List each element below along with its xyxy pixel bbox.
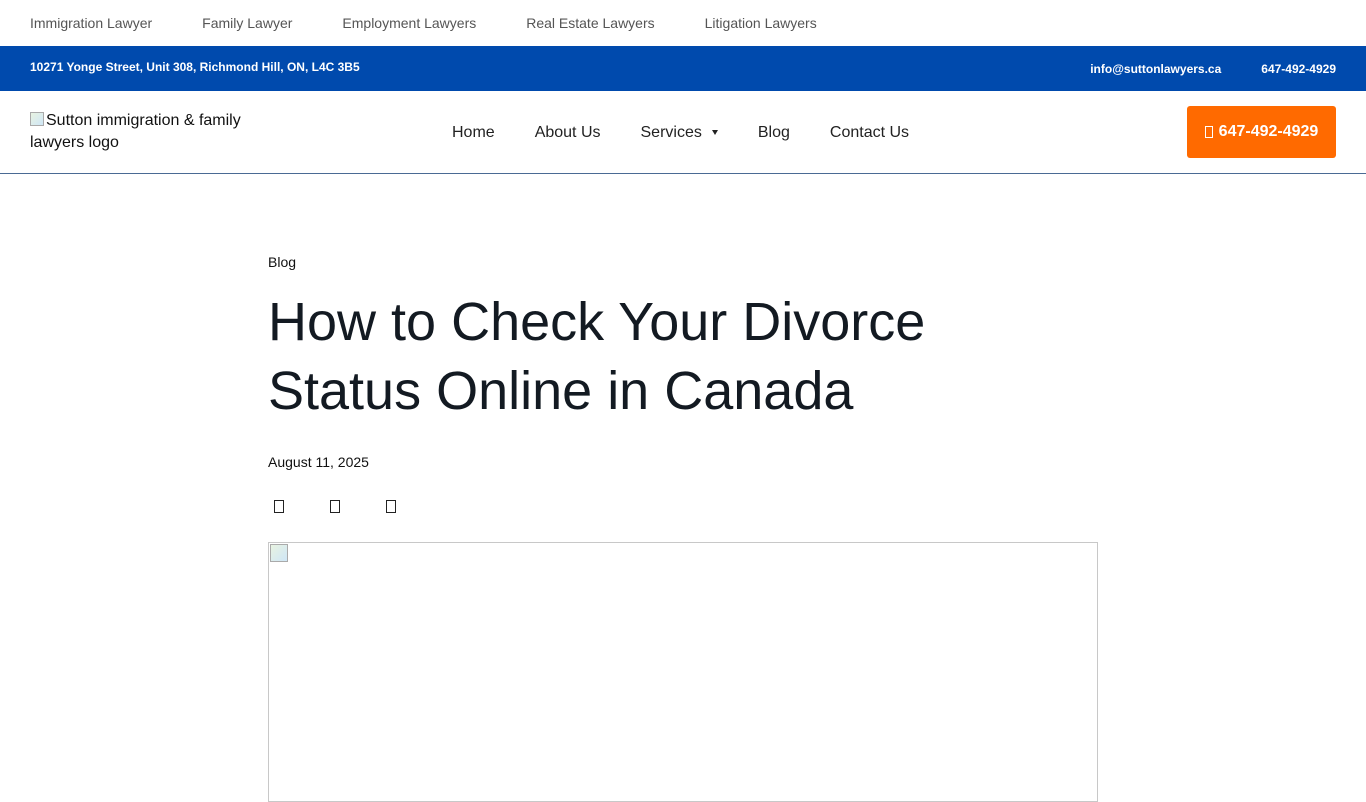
site-header: Sutton immigration & family lawyers logo… (0, 91, 1366, 174)
nav-contact[interactable]: Contact Us (830, 124, 909, 142)
nav-about[interactable]: About Us (535, 124, 601, 142)
nav-services-label: Services (640, 123, 702, 141)
blog-article: Blog How to Check Your Divorce Status On… (268, 174, 1098, 802)
email-link[interactable]: info@suttonlawyers.ca (1090, 62, 1221, 76)
main-nav: Home About Us Services Blog Contact Us (452, 91, 949, 174)
practice-area-nav: Immigration Lawyer Family Lawyer Employm… (0, 0, 1366, 46)
practice-link-litigation[interactable]: Litigation Lawyers (705, 0, 817, 46)
nav-blog[interactable]: Blog (758, 124, 790, 142)
broken-image-icon (270, 544, 288, 562)
contact-info-bar: 10271 Yonge Street, Unit 308, Richmond H… (0, 46, 1366, 91)
practice-link-real-estate[interactable]: Real Estate Lawyers (526, 0, 654, 46)
linkedin-icon[interactable] (386, 500, 396, 513)
call-button[interactable]: 647-492-4929 (1187, 106, 1336, 158)
phone-icon (1204, 126, 1213, 138)
share-buttons (268, 500, 1098, 513)
facebook-icon[interactable] (274, 500, 284, 513)
practice-link-family[interactable]: Family Lawyer (202, 0, 292, 46)
category-link[interactable]: Blog (268, 254, 1098, 270)
practice-link-immigration[interactable]: Immigration Lawyer (30, 0, 152, 46)
phone-link[interactable]: 647-492-4929 (1261, 62, 1336, 76)
contact-links: info@suttonlawyers.ca 647-492-4929 (1090, 62, 1336, 76)
broken-image-icon (30, 112, 44, 126)
nav-home[interactable]: Home (452, 124, 495, 142)
logo-alt-text: Sutton immigration & family lawyers logo (30, 112, 241, 151)
twitter-icon[interactable] (330, 500, 340, 513)
publish-date: August 11, 2025 (268, 454, 369, 470)
article-title: How to Check Your Divorce Status Online … (268, 292, 926, 421)
site-logo[interactable]: Sutton immigration & family lawyers logo (30, 110, 270, 154)
nav-services[interactable]: Services (641, 124, 718, 142)
chevron-down-icon (711, 130, 718, 135)
practice-link-employment[interactable]: Employment Lawyers (342, 0, 476, 46)
featured-image (268, 542, 1098, 802)
office-address: 10271 Yonge Street, Unit 308, Richmond H… (30, 60, 360, 74)
call-button-label: 647-492-4929 (1218, 123, 1319, 140)
